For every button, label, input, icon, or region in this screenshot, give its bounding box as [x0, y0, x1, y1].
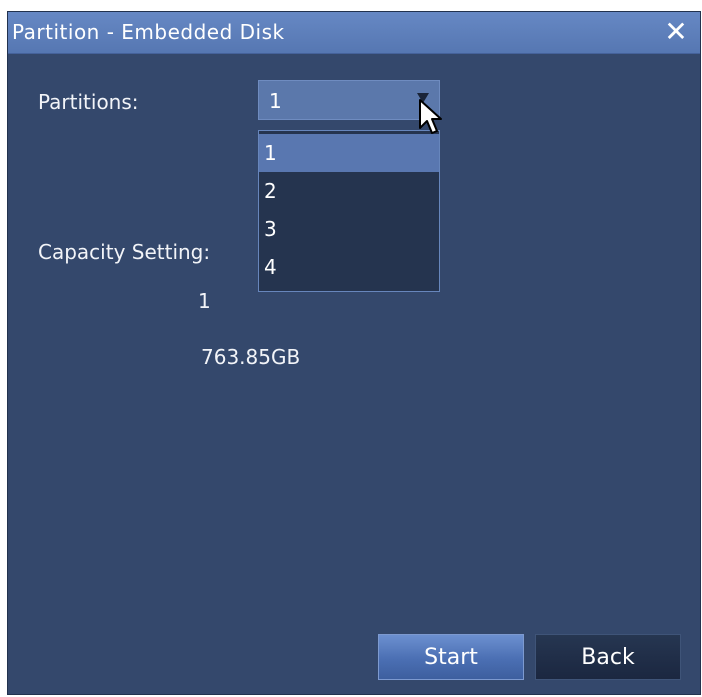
- dialog-title: Partition - Embedded Disk: [12, 20, 285, 44]
- partition-option-4[interactable]: 4: [259, 248, 439, 286]
- capacity-setting-label: Capacity Setting:: [38, 240, 211, 264]
- partition-option-2[interactable]: 2: [259, 172, 439, 210]
- partitions-label: Partitions:: [38, 90, 139, 114]
- title-bar[interactable]: Partition - Embedded Disk ✕: [8, 12, 700, 54]
- partitions-dropdown-list: 1 2 3 4: [258, 130, 440, 292]
- close-icon[interactable]: ✕: [662, 18, 690, 46]
- start-button[interactable]: Start: [378, 634, 524, 680]
- back-button[interactable]: Back: [535, 634, 681, 680]
- capacity-partition-index: 1: [198, 289, 211, 313]
- capacity-size-value: 763.85GB: [201, 345, 301, 369]
- partitions-selected-value: 1: [269, 89, 282, 113]
- partition-option-3[interactable]: 3: [259, 210, 439, 248]
- chevron-down-icon: [417, 93, 429, 103]
- partition-option-1[interactable]: 1: [259, 134, 439, 172]
- partitions-select[interactable]: 1: [258, 80, 440, 120]
- partition-dialog: Partition - Embedded Disk ✕ Partitions: …: [7, 11, 701, 695]
